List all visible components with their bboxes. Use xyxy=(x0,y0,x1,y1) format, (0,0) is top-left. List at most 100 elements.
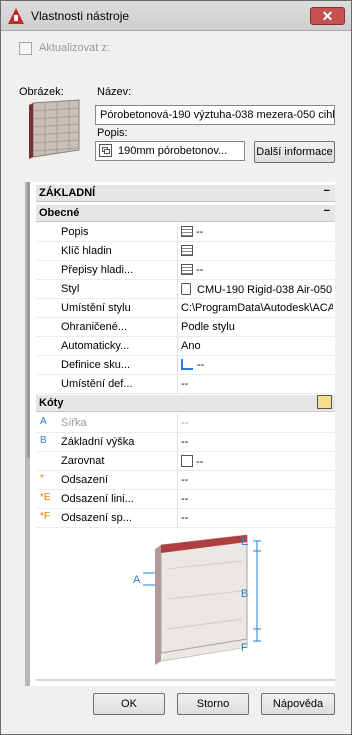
property-row[interactable]: Umístění def... -- xyxy=(36,375,335,394)
property-value[interactable] xyxy=(181,245,333,257)
dimension-marker: *E xyxy=(40,492,51,503)
property-value[interactable]: -- xyxy=(181,455,333,468)
property-name: Odsazení sp... xyxy=(61,512,132,524)
column-divider xyxy=(177,490,178,509)
property-row[interactable]: Klíč hladin xyxy=(36,242,335,261)
assembly-icon xyxy=(181,359,193,370)
property-name: Odsazení lini... xyxy=(61,493,134,505)
property-value[interactable]: -- xyxy=(181,264,333,276)
property-value-text: C:\ProgramData\Autodesk\ACA 201... xyxy=(181,302,333,314)
property-row[interactable]: Popis -- xyxy=(36,223,335,242)
property-value-text: -- xyxy=(197,359,205,371)
property-value[interactable]: -- xyxy=(181,417,333,429)
dimension-row[interactable]: B Základní výška -- xyxy=(36,433,335,452)
property-name: Šířka xyxy=(61,417,87,429)
description-label: Popis: xyxy=(97,127,128,139)
property-name: Přepisy hladi... xyxy=(61,264,134,276)
diagram-label-b: B xyxy=(241,588,248,600)
category-dimensions[interactable]: Kóty xyxy=(36,395,335,412)
property-value-text: -- xyxy=(196,456,204,468)
property-value[interactable]: -- xyxy=(181,359,333,371)
property-row[interactable]: Umístění stylu C:\ProgramData\Autodesk\AC… xyxy=(36,299,335,318)
property-name: Automaticky... xyxy=(61,340,130,352)
property-value-text: CMU-190 Rigid-038 Air-050 Bric... xyxy=(197,284,333,296)
property-value[interactable]: -- xyxy=(181,474,333,486)
property-row[interactable]: Přepisy hladi... -- xyxy=(36,261,335,280)
property-value[interactable]: -- xyxy=(181,226,333,238)
column-divider xyxy=(177,318,178,337)
column-divider xyxy=(177,299,178,318)
dimension-row[interactable]: * Odsazení -- xyxy=(36,471,335,490)
property-name: Základní výška xyxy=(61,436,135,448)
more-info-button[interactable]: Další informace xyxy=(254,141,335,163)
category-general[interactable]: Obecné − xyxy=(36,205,335,222)
column-divider xyxy=(177,452,178,471)
property-value[interactable]: CMU-190 Rigid-038 Air-050 Bric... xyxy=(181,283,333,296)
property-name: Ohraničené... xyxy=(61,321,128,333)
property-value[interactable]: -- xyxy=(181,512,333,524)
dimension-row[interactable]: Zarovnat -- xyxy=(36,452,335,471)
update-checkbox[interactable] xyxy=(19,42,32,55)
title-bar[interactable]: Vlastnosti nástroje ✕ xyxy=(1,1,351,31)
property-value[interactable]: -- xyxy=(181,493,333,505)
property-row[interactable]: Automaticky... Ano xyxy=(36,337,335,356)
cancel-button[interactable]: Storno xyxy=(177,693,249,715)
dimension-settings-icon[interactable] xyxy=(317,395,332,409)
dimension-marker: A xyxy=(40,416,47,427)
property-row[interactable]: Ohraničené... Podle stylu xyxy=(36,318,335,337)
close-button[interactable]: ✕ xyxy=(310,7,345,25)
dimension-row[interactable]: *F Odsazení sp... -- xyxy=(36,509,335,528)
panel-bottom-divider xyxy=(36,679,335,681)
column-divider xyxy=(177,414,178,433)
property-name: Styl xyxy=(61,283,80,295)
column-divider xyxy=(177,223,178,242)
column-divider xyxy=(177,471,178,490)
property-row[interactable]: Styl CMU-190 Rigid-038 Air-050 Bric... xyxy=(36,280,335,299)
name-field[interactable]: Pórobetonová-190 výztuha-038 mezera-050 … xyxy=(95,105,335,125)
property-name: Definice sku... xyxy=(61,359,131,371)
dimension-row[interactable]: A Šířka -- xyxy=(36,414,335,433)
property-name: Klíč hladin xyxy=(61,245,112,257)
window-title: Vlastnosti nástroje xyxy=(31,9,130,23)
property-value[interactable]: -- xyxy=(181,378,333,390)
column-divider xyxy=(177,242,178,261)
property-value-text: -- xyxy=(181,378,189,390)
property-name: Odsazení xyxy=(61,474,109,486)
wall-dimension-diagram: A E B F xyxy=(127,529,277,669)
property-value[interactable]: Ano xyxy=(181,340,333,352)
description-field[interactable]: 190mm pórobetonov... xyxy=(95,141,245,161)
help-button[interactable]: Nápověda xyxy=(261,693,335,715)
tool-preview-image xyxy=(25,99,83,161)
property-scrollbar[interactable] xyxy=(27,182,30,458)
diagram-label-f: F xyxy=(241,642,248,654)
property-name: Popis xyxy=(61,226,89,238)
property-value-text: -- xyxy=(181,417,189,429)
column-divider xyxy=(177,280,178,299)
style-icon xyxy=(181,283,191,295)
property-name: Umístění def... xyxy=(61,378,133,390)
dimension-marker: * xyxy=(40,473,44,484)
table-icon xyxy=(181,245,193,256)
collapse-basic-icon[interactable]: − xyxy=(324,185,330,197)
dimension-row[interactable]: *E Odsazení lini... -- xyxy=(36,490,335,509)
property-value-text: -- xyxy=(196,226,204,238)
category-basic[interactable]: ZÁKLADNÍ − xyxy=(36,185,335,202)
column-divider xyxy=(177,375,178,394)
property-value[interactable]: C:\ProgramData\Autodesk\ACA 201... xyxy=(181,302,333,314)
category-general-label: Obecné xyxy=(39,207,80,219)
property-value[interactable]: Podle stylu xyxy=(181,321,333,333)
checkbox-icon[interactable] xyxy=(181,455,193,467)
property-value-text: -- xyxy=(196,264,204,276)
ok-button[interactable]: OK xyxy=(93,693,165,715)
column-divider xyxy=(177,337,178,356)
property-name: Umístění stylu xyxy=(61,302,131,314)
description-icon xyxy=(99,144,112,157)
property-name: Zarovnat xyxy=(61,455,105,467)
property-value[interactable]: -- xyxy=(181,436,333,448)
column-divider xyxy=(177,356,178,375)
property-row[interactable]: Definice sku... -- xyxy=(36,356,335,375)
property-value-text: Ano xyxy=(181,340,201,352)
property-value-text: -- xyxy=(181,493,189,505)
property-value-text: -- xyxy=(181,512,189,524)
collapse-general-icon[interactable]: − xyxy=(324,205,330,217)
